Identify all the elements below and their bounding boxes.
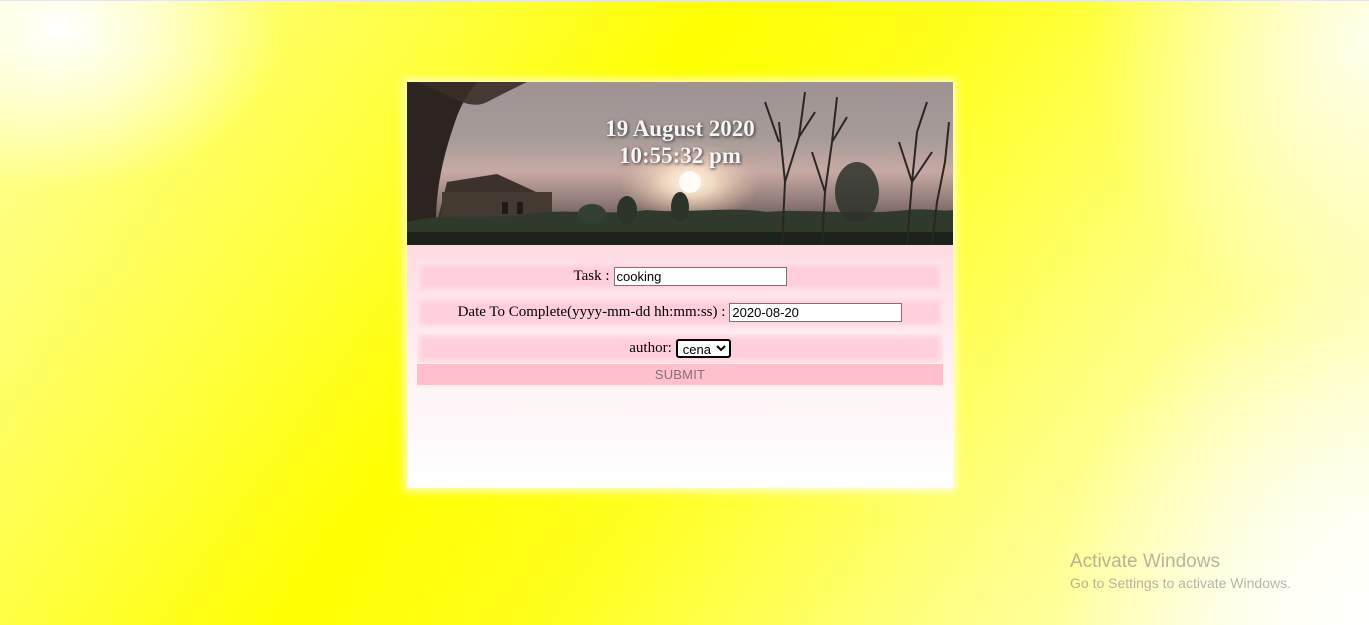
- task-field-row: Task :: [417, 262, 943, 291]
- date-label: Date To Complete(yyyy-mm-dd hh:mm:ss) :: [457, 304, 726, 320]
- task-input[interactable]: [613, 267, 787, 286]
- task-label: Task :: [573, 268, 610, 284]
- submit-button[interactable]: SUBMIT: [417, 364, 943, 385]
- activate-windows-watermark: Activate Windows Go to Settings to activ…: [1070, 550, 1291, 592]
- task-card: 19 August 2020 10:55:32 pm Task : Date T…: [407, 82, 953, 488]
- author-field-row: author: cena: [417, 334, 943, 363]
- author-select[interactable]: cena: [675, 339, 731, 358]
- banner-date: 19 August 2020: [605, 116, 755, 141]
- date-field-row: Date To Complete(yyyy-mm-dd hh:mm:ss) :: [417, 298, 943, 327]
- banner-time: 10:55:32 pm: [618, 143, 742, 168]
- author-label: author:: [629, 340, 672, 356]
- watermark-subtitle: Go to Settings to activate Windows.: [1070, 575, 1291, 591]
- watermark-title: Activate Windows: [1070, 551, 1220, 572]
- date-input[interactable]: [729, 303, 903, 322]
- sunset-banner-image: 19 August 2020 10:55:32 pm: [407, 82, 953, 245]
- window-top-border: [0, 0, 1369, 1]
